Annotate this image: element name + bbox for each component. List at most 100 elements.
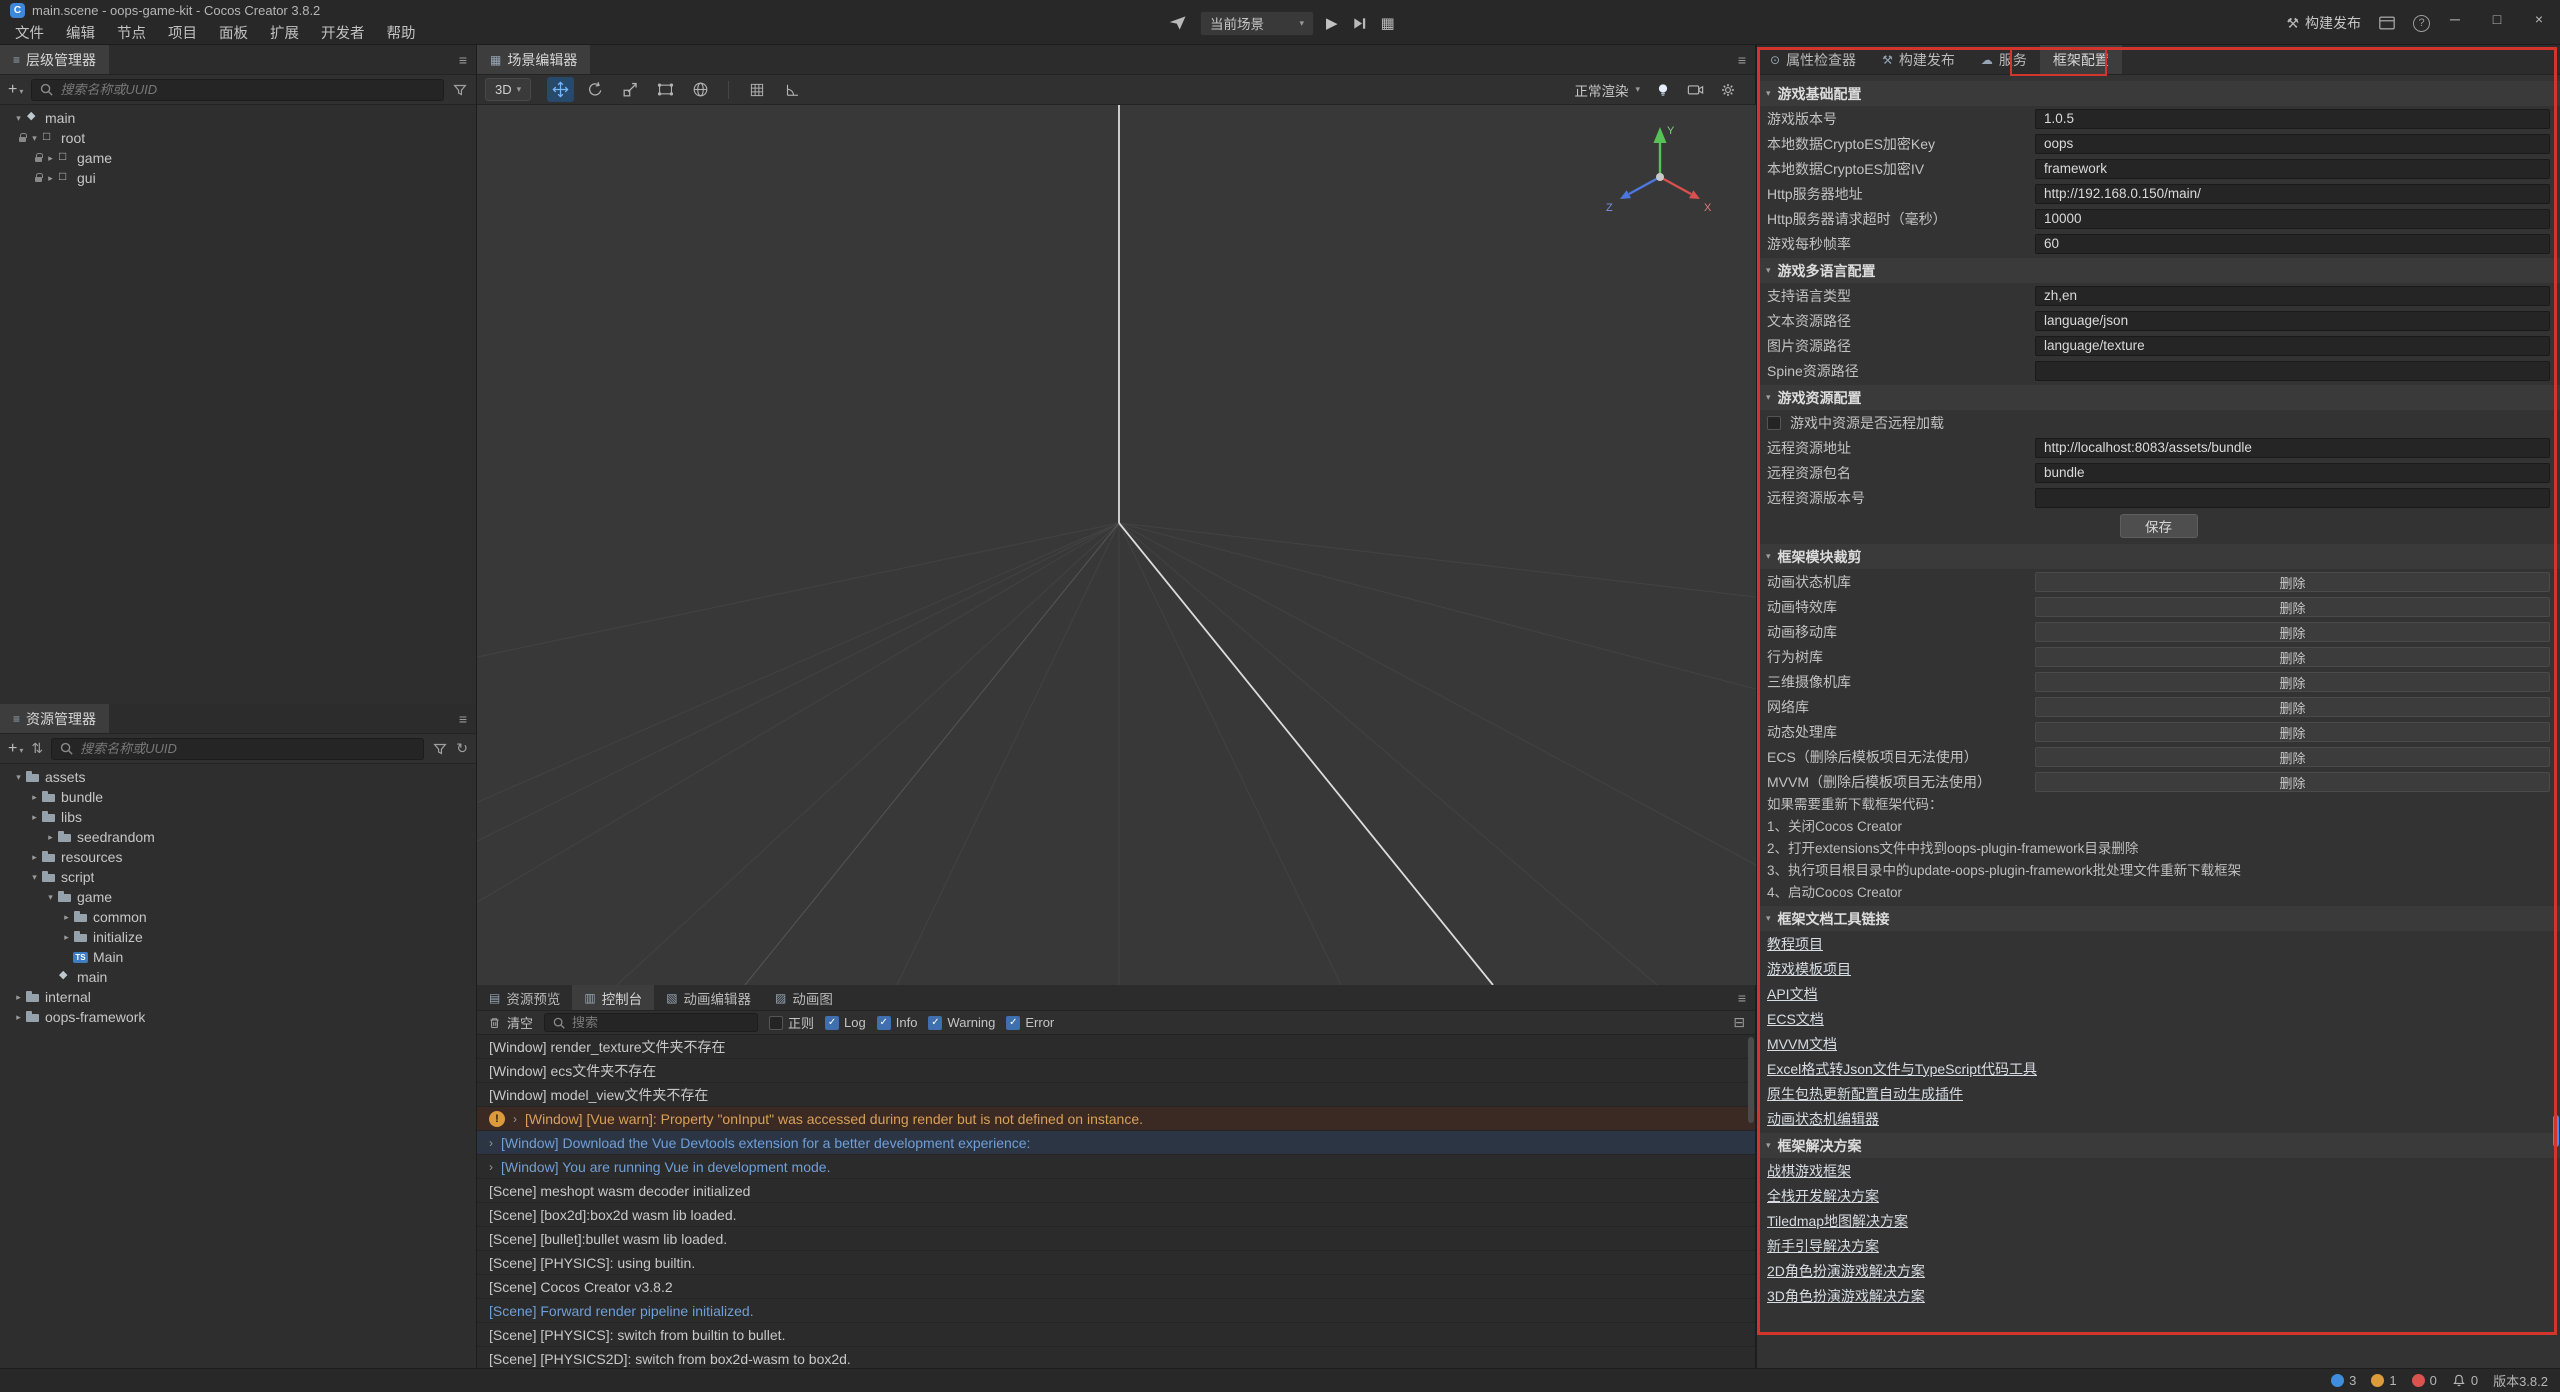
expand-arrow[interactable]: ▸ <box>60 912 73 923</box>
field-input[interactable] <box>2035 234 2550 254</box>
doc-link[interactable]: MVVM文档 <box>1767 1034 1837 1054</box>
field-input[interactable] <box>2035 463 2550 483</box>
expand-arrow[interactable]: ▸ <box>12 1012 25 1023</box>
console-log-row[interactable]: [Window] ecs文件夹不存在 <box>477 1059 1755 1083</box>
tree-node[interactable]: ▸ initialize <box>0 927 476 947</box>
field-input[interactable] <box>2035 336 2550 356</box>
delete-module-button[interactable]: 删除 <box>2035 772 2550 792</box>
warning-filter[interactable]: ✓Warning <box>928 1015 995 1030</box>
delete-module-button[interactable]: 删除 <box>2035 572 2550 592</box>
console-log-row[interactable]: [Scene] meshopt wasm decoder initialized <box>477 1179 1755 1203</box>
solution-link[interactable]: 战棋游戏框架 <box>1767 1161 1851 1181</box>
tree-node[interactable]: ▾ root <box>0 128 476 148</box>
tree-node[interactable]: ▸ common <box>0 907 476 927</box>
clear-console-button[interactable]: 清空 <box>487 1013 533 1032</box>
scene-camera-icon[interactable] <box>1686 80 1705 99</box>
delete-module-button[interactable]: 删除 <box>2035 697 2550 717</box>
menu-item[interactable]: 文件 <box>4 22 55 43</box>
console-scrollbar[interactable] <box>1748 1037 1754 1123</box>
tree-node[interactable]: ▾ script <box>0 867 476 887</box>
scale-tool-button[interactable] <box>617 77 644 102</box>
assets-search-input[interactable] <box>80 741 416 756</box>
doc-link[interactable]: 教程项目 <box>1767 934 1823 954</box>
error-filter[interactable]: ✓Error <box>1006 1015 1054 1030</box>
tree-node[interactable]: ▸ game <box>0 148 476 168</box>
expand-arrow[interactable]: › <box>489 1136 493 1150</box>
tree-node[interactable]: ▾ game <box>0 887 476 907</box>
field-input[interactable] <box>2035 286 2550 306</box>
tree-node[interactable]: ▸ internal <box>0 987 476 1007</box>
layout-icon[interactable]: ▦ <box>1381 14 1395 32</box>
info-checkbox[interactable]: ✓ <box>877 1016 891 1030</box>
section-header[interactable]: ▾ 游戏多语言配置 <box>1757 258 2560 283</box>
delete-module-button[interactable]: 删除 <box>2035 647 2550 667</box>
filter-icon[interactable] <box>432 741 448 757</box>
console-log-row[interactable]: [Scene] Forward render pipeline initiali… <box>477 1299 1755 1323</box>
build-publish-button[interactable]: ⚒ 构建发布 <box>2286 13 2361 33</box>
expand-arrow[interactable]: › <box>513 1112 517 1126</box>
filter-icon[interactable] <box>452 82 468 98</box>
field-input[interactable] <box>2035 438 2550 458</box>
render-mode-select[interactable]: 正常渲染 ▾ <box>1574 80 1640 100</box>
tree-node[interactable]: ▾ main <box>0 108 476 128</box>
solution-link[interactable]: 2D角色扮演游戏解决方案 <box>1767 1261 1925 1281</box>
inspector-scrollbar[interactable] <box>2553 1115 2559 1147</box>
expand-arrow[interactable]: ▾ <box>12 772 25 783</box>
console-log-row[interactable]: [Scene] [box2d]:box2d wasm lib loaded. <box>477 1203 1755 1227</box>
tab-build-publish[interactable]: ⚒ 构建发布 <box>1869 45 1968 74</box>
tree-node[interactable]: ▸ seedrandom <box>0 827 476 847</box>
solution-link[interactable]: 全栈开发解决方案 <box>1767 1186 1879 1206</box>
rotate-tool-button[interactable] <box>582 77 609 102</box>
expand-arrow[interactable]: ▸ <box>44 832 57 843</box>
expand-arrow[interactable]: ▸ <box>28 852 41 863</box>
create-node-button[interactable]: +▾ <box>8 81 23 99</box>
doc-link[interactable]: ECS文档 <box>1767 1009 1824 1029</box>
console-search-input[interactable] <box>572 1015 750 1030</box>
collapse-logs-icon[interactable]: ⊟ <box>1733 1014 1745 1031</box>
regex-checkbox[interactable] <box>769 1016 783 1030</box>
menu-item[interactable]: 节点 <box>106 22 157 43</box>
doc-link[interactable]: API文档 <box>1767 984 1818 1004</box>
tab-asset-preview[interactable]: ▤ 资源预览 <box>477 985 572 1010</box>
save-button[interactable]: 保存 <box>2120 514 2198 538</box>
console-log-row[interactable]: [Scene] [bullet]:bullet wasm lib loaded. <box>477 1227 1755 1251</box>
tab-property-inspector[interactable]: ⊙ 属性检查器 <box>1757 45 1869 74</box>
expand-arrow[interactable]: ▸ <box>44 173 57 184</box>
expand-arrow[interactable]: ▸ <box>60 932 73 943</box>
tab-console[interactable]: ▥ 控制台 <box>572 985 654 1010</box>
tree-node[interactable]: ▸ libs <box>0 807 476 827</box>
tree-node[interactable]: ▾ assets <box>0 767 476 787</box>
help-icon[interactable]: ? <box>2413 15 2430 32</box>
info-filter[interactable]: ✓Info <box>877 1015 918 1030</box>
play-button[interactable]: ▶ <box>1326 14 1338 32</box>
tab-animation-graph[interactable]: ▨ 动画图 <box>763 985 845 1010</box>
field-input[interactable] <box>2035 361 2550 381</box>
scene-light-icon[interactable] <box>1654 81 1672 99</box>
info-count[interactable]: 3 <box>2331 1373 2356 1388</box>
warning-count[interactable]: 1 <box>2371 1373 2396 1388</box>
hierarchy-searchbox[interactable] <box>31 79 444 101</box>
tree-node[interactable]: ▸ oops-framework <box>0 1007 476 1027</box>
rotation-snap-button[interactable] <box>778 77 805 102</box>
menu-item[interactable]: 面板 <box>208 22 259 43</box>
warning-checkbox[interactable]: ✓ <box>928 1016 942 1030</box>
console-log-row[interactable]: [Scene] [PHYSICS]: switch from builtin t… <box>477 1323 1755 1347</box>
tab-framework-config[interactable]: 框架配置 <box>2040 45 2122 74</box>
section-header[interactable]: ▾ 框架文档工具链接 <box>1757 906 2560 931</box>
field-input[interactable] <box>2035 134 2550 154</box>
error-count[interactable]: 0 <box>2412 1373 2437 1388</box>
section-header[interactable]: ▾ 游戏基础配置 <box>1757 81 2560 106</box>
console-log-row[interactable]: [Window] model_view文件夹不存在 <box>477 1083 1755 1107</box>
delete-module-button[interactable]: 删除 <box>2035 597 2550 617</box>
field-input[interactable] <box>2035 159 2550 179</box>
preview-scene-select[interactable]: 当前场景 ▾ <box>1200 11 1314 36</box>
scene-settings-icon[interactable] <box>1719 81 1737 99</box>
field-input[interactable] <box>2035 488 2550 508</box>
expand-arrow[interactable]: ▾ <box>44 892 57 903</box>
scene-editor-tab[interactable]: ▦ 场景编辑器 <box>477 45 590 74</box>
section-header[interactable]: ▾ 游戏资源配置 <box>1757 385 2560 410</box>
console-log-row[interactable]: [Scene] [PHYSICS2D]: switch from box2d-w… <box>477 1347 1755 1368</box>
panel-menu-icon[interactable]: ≡ <box>459 45 467 74</box>
menu-item[interactable]: 项目 <box>157 22 208 43</box>
console-log-row[interactable]: [Window] render_texture文件夹不存在 <box>477 1035 1755 1059</box>
